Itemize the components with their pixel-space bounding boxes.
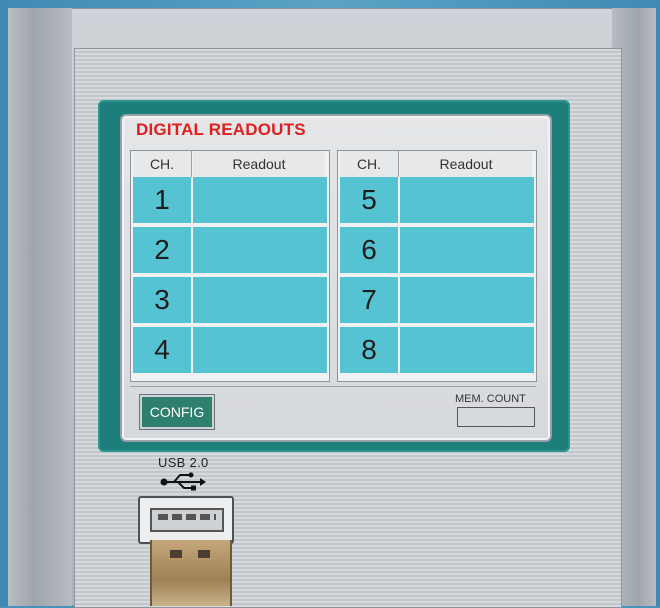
readout-value <box>193 277 327 323</box>
table-row[interactable]: 1 <box>133 177 327 223</box>
header-channel: CH. <box>133 151 192 177</box>
screen-divider <box>130 386 536 387</box>
config-button[interactable]: CONFIG <box>139 394 215 430</box>
usb-trident-icon <box>160 472 206 491</box>
usb-port[interactable] <box>138 496 234 544</box>
table-row[interactable]: 8 <box>340 327 534 373</box>
readout-value <box>400 277 534 323</box>
screen-title: DIGITAL READOUTS <box>136 120 306 139</box>
usb-label: USB 2.0 <box>158 455 209 470</box>
readout-value <box>400 327 534 373</box>
channel-number: 8 <box>340 327 400 373</box>
readout-value <box>193 327 327 373</box>
table-row[interactable]: 4 <box>133 327 327 373</box>
usb-drive[interactable] <box>150 540 232 606</box>
channel-number: 5 <box>340 177 400 223</box>
table-row[interactable]: 2 <box>133 227 327 273</box>
table-row[interactable]: 5 <box>340 177 534 223</box>
channel-number: 1 <box>133 177 193 223</box>
readout-value <box>400 227 534 273</box>
usb-socket <box>150 508 224 532</box>
channel-number: 2 <box>133 227 193 273</box>
readout-value <box>193 177 327 223</box>
table-row[interactable]: 7 <box>340 277 534 323</box>
bezel-left-rail <box>8 8 72 606</box>
plug-hole <box>170 550 182 558</box>
plug-hole <box>198 550 210 558</box>
readout-table-left: CH. Readout 1 2 3 4 <box>130 150 330 382</box>
channel-number: 6 <box>340 227 400 273</box>
readout-value <box>400 177 534 223</box>
mem-count-display <box>457 407 535 427</box>
mem-count-label: MEM. COUNT <box>455 393 526 405</box>
header-channel: CH. <box>340 151 399 177</box>
table-row[interactable]: 3 <box>133 277 327 323</box>
readout-table-right: CH. Readout 5 6 7 8 <box>337 150 537 382</box>
channel-number: 4 <box>133 327 193 373</box>
header-readout: Readout <box>400 151 532 177</box>
table-row[interactable]: 6 <box>340 227 534 273</box>
readout-value <box>193 227 327 273</box>
channel-number: 3 <box>133 277 193 323</box>
header-readout: Readout <box>193 151 325 177</box>
channel-number: 7 <box>340 277 400 323</box>
usb-contacts <box>158 514 216 520</box>
